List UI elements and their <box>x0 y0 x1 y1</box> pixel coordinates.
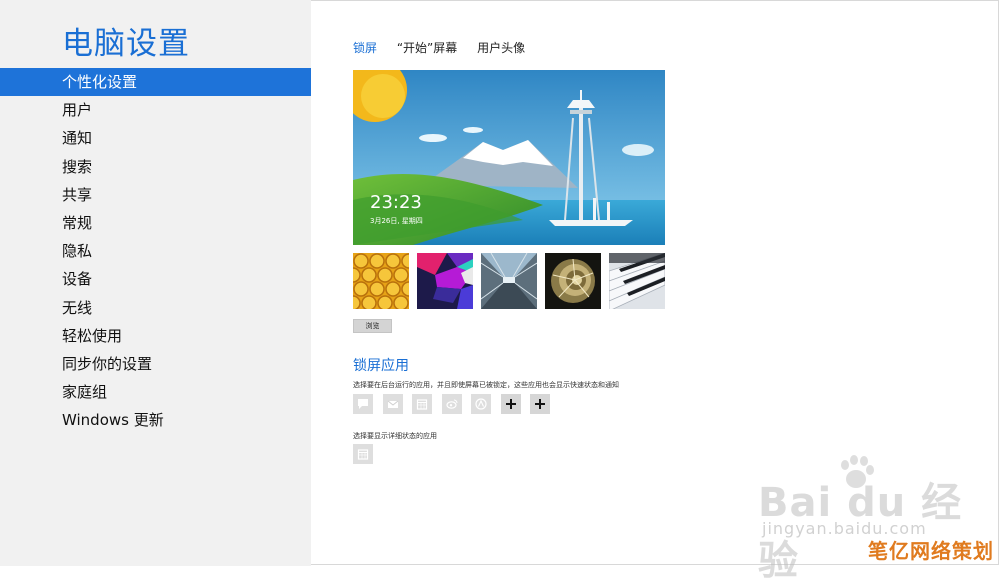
nav-item-general[interactable]: 常规 <box>0 209 311 237</box>
lock-clock: 23:23 <box>370 192 422 213</box>
nav-item-share[interactable]: 共享 <box>0 181 311 209</box>
thumbnail-abstract[interactable] <box>417 253 473 309</box>
nav-item-windows-update[interactable]: Windows 更新 <box>0 406 311 434</box>
mail-icon <box>387 400 399 408</box>
calendar-icon <box>416 399 428 410</box>
lock-app-slot-app[interactable] <box>471 394 491 414</box>
app-title: 电脑设置 <box>62 26 190 62</box>
nav-item-ease-of-access[interactable]: 轻松使用 <box>0 322 311 350</box>
nav-item-search[interactable]: 搜索 <box>0 153 311 181</box>
add-icon <box>535 399 545 409</box>
app-icon <box>475 398 487 410</box>
settings-sidebar: 电脑设置 个性化设置 用户 通知 搜索 共享 常规 隐私 设备 无线 轻松使用 … <box>0 0 311 566</box>
thumbnail-piano[interactable] <box>609 253 665 309</box>
nav-item-privacy[interactable]: 隐私 <box>0 237 311 265</box>
lock-app-slot-messaging[interactable] <box>353 394 373 414</box>
detailed-status-description: 选择要显示详细状态的应用 <box>353 432 437 440</box>
add-icon <box>506 399 516 409</box>
lock-apps-description: 选择要在后台运行的应用，并且即使屏幕已被锁定，这些应用也会显示快速状态和通知 <box>353 381 619 389</box>
nav-item-personalize[interactable]: 个性化设置 <box>0 68 311 97</box>
thumbnail-tunnel[interactable] <box>481 253 537 309</box>
calendar-icon <box>357 449 369 460</box>
personalize-tabs: 锁屏 “开始”屏幕 用户头像 <box>353 39 541 56</box>
browse-button[interactable]: 浏览 <box>353 319 392 333</box>
tab-account-picture[interactable]: 用户头像 <box>477 39 525 56</box>
piano-keys-image <box>609 253 665 309</box>
honeycomb-image <box>353 253 409 309</box>
nav-item-users[interactable]: 用户 <box>0 96 311 124</box>
lock-app-slot-mail[interactable] <box>383 394 403 414</box>
brand-watermark: 笔亿网络策划 <box>868 539 994 563</box>
lock-app-slot-add-2[interactable] <box>530 394 550 414</box>
nav-item-sync[interactable]: 同步你的设置 <box>0 350 311 378</box>
messaging-icon <box>358 399 368 409</box>
lock-app-slot-weibo[interactable] <box>442 394 462 414</box>
weibo-icon <box>446 399 458 409</box>
nav-item-notifications[interactable]: 通知 <box>0 124 311 152</box>
settings-nav: 个性化设置 用户 通知 搜索 共享 常规 隐私 设备 无线 轻松使用 同步你的设… <box>0 68 311 434</box>
lock-apps-title: 锁屏应用 <box>353 358 409 374</box>
tab-start-screen[interactable]: “开始”屏幕 <box>397 39 457 56</box>
lock-screen-preview: 23:23 3月26日, 星期四 <box>353 70 665 245</box>
lock-app-slot-calendar[interactable] <box>412 394 432 414</box>
nautilus-shell-image <box>545 253 601 309</box>
nav-item-wireless[interactable]: 无线 <box>0 294 311 322</box>
nav-item-devices[interactable]: 设备 <box>0 265 311 293</box>
lock-app-slot-add-1[interactable] <box>501 394 521 414</box>
tunnel-image <box>481 253 537 309</box>
abstract-color-image <box>417 253 473 309</box>
thumbnail-nautilus[interactable] <box>545 253 601 309</box>
lock-date: 3月26日, 星期四 <box>370 217 423 225</box>
thumbnail-honeycomb[interactable] <box>353 253 409 309</box>
detailed-status-app-slot[interactable] <box>353 444 373 464</box>
tab-lock-screen[interactable]: 锁屏 <box>353 39 377 56</box>
nav-item-homegroup[interactable]: 家庭组 <box>0 378 311 406</box>
